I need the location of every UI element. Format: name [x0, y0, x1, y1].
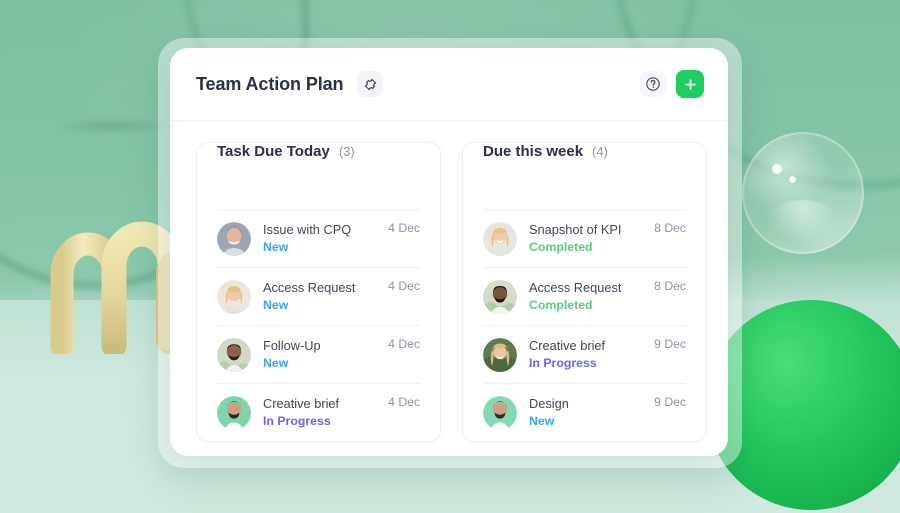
- avatar-man-beard-outdoors-icon: [217, 337, 251, 372]
- avatar-woman-long-blonde-icon: [483, 337, 517, 372]
- table-row[interactable]: Issue with CPQ New 4 Dec: [217, 209, 420, 267]
- avatar: [217, 395, 251, 430]
- glass-bubble-prop: [742, 132, 864, 254]
- row-main: Creative brief In Progress: [529, 337, 654, 372]
- card-header: Due this week (4): [483, 143, 686, 209]
- avatar: [483, 337, 517, 372]
- task-date: 4 Dec: [388, 395, 420, 409]
- status-badge: Completed: [529, 240, 593, 254]
- status-badge: Completed: [529, 298, 593, 312]
- row-main: Creative brief In Progress: [263, 395, 388, 430]
- task-date: 9 Dec: [654, 395, 686, 409]
- avatar: [217, 221, 251, 256]
- status-badge: In Progress: [263, 414, 331, 428]
- table-row[interactable]: Follow-Up New 4 Dec: [217, 325, 420, 383]
- card-title: Due this week: [483, 143, 584, 160]
- avatar-blonde-woman-icon: [217, 279, 251, 314]
- table-row[interactable]: Design New 9 Dec: [483, 383, 686, 441]
- avatar-man-smiling-icon: [217, 221, 251, 256]
- task-name: Access Request: [529, 280, 622, 295]
- row-main: Issue with CPQ New: [263, 221, 388, 256]
- scene-background: Team Action Plan Task Due Today (3) Issu…: [0, 0, 900, 513]
- card-count: (3): [338, 144, 355, 159]
- table-row[interactable]: Creative brief In Progress 4 Dec: [217, 383, 420, 441]
- avatar: [483, 395, 517, 430]
- pushpin-button[interactable]: [357, 71, 384, 97]
- task-name: Creative brief: [263, 396, 340, 411]
- help-button[interactable]: [640, 71, 666, 97]
- task-name: Access Request: [263, 280, 356, 295]
- pushpin-icon: [364, 78, 377, 90]
- avatar: [483, 279, 517, 314]
- page-title: Team Action Plan: [196, 73, 344, 94]
- card-count: (4): [592, 144, 608, 159]
- status-badge: New: [529, 414, 555, 428]
- bubble-highlight-1: [772, 164, 782, 174]
- task-date: 4 Dec: [388, 221, 420, 235]
- task-name: Follow-Up: [263, 338, 321, 353]
- task-name: Issue with CPQ: [263, 222, 352, 237]
- task-card-due-this-week: Due this week (4) Snapshot of KPI Comple…: [462, 142, 707, 442]
- avatar: [217, 279, 251, 314]
- card-title: Task Due Today: [217, 143, 330, 160]
- table-row[interactable]: Access Request Completed 8 Dec: [483, 267, 686, 325]
- spiral-shadow: [52, 118, 172, 134]
- status-badge: New: [263, 356, 289, 370]
- task-date: 8 Dec: [654, 221, 686, 235]
- task-name: Creative brief: [529, 338, 606, 353]
- status-badge: In Progress: [529, 356, 597, 370]
- row-main: Access Request Completed: [529, 279, 654, 314]
- table-row[interactable]: Creative brief In Progress 9 Dec: [483, 325, 686, 383]
- task-card-due-today: Task Due Today (3) Issue with CPQ New 4 …: [196, 142, 441, 442]
- task-date: 8 Dec: [654, 279, 686, 293]
- task-date: 4 Dec: [388, 337, 420, 351]
- add-button[interactable]: [676, 70, 704, 98]
- panel-header: Team Action Plan: [170, 48, 728, 121]
- avatar-man-beard-green-bg-icon: [217, 395, 251, 430]
- table-row[interactable]: Access Request New 4 Dec: [217, 267, 420, 325]
- status-badge: New: [263, 298, 289, 312]
- avatar: [217, 337, 251, 372]
- row-main: Design New: [529, 395, 654, 430]
- task-name: Design: [529, 396, 569, 411]
- row-main: Follow-Up New: [263, 337, 388, 372]
- table-row[interactable]: Snapshot of KPI Completed 8 Dec: [483, 209, 686, 267]
- status-badge: New: [263, 240, 289, 254]
- avatar: [483, 221, 517, 256]
- question-circle-icon: [646, 77, 660, 91]
- panel-body: Task Due Today (3) Issue with CPQ New 4 …: [170, 121, 728, 442]
- card-header: Task Due Today (3): [217, 143, 420, 209]
- row-main: Access Request New: [263, 279, 388, 314]
- bubble-highlight-2: [789, 176, 796, 183]
- task-date: 4 Dec: [388, 279, 420, 293]
- row-main: Snapshot of KPI Completed: [529, 221, 654, 256]
- avatar-man-dark-hair-icon: [483, 279, 517, 314]
- task-name: Snapshot of KPI: [529, 222, 622, 237]
- task-date: 9 Dec: [654, 337, 686, 351]
- avatar-man-beard-green-bg-2-icon: [483, 395, 517, 430]
- avatar-woman-blonde-smiling-icon: [483, 221, 517, 256]
- plus-icon: [684, 78, 696, 90]
- app-panel: Team Action Plan Task Due Today (3) Issu…: [170, 48, 728, 456]
